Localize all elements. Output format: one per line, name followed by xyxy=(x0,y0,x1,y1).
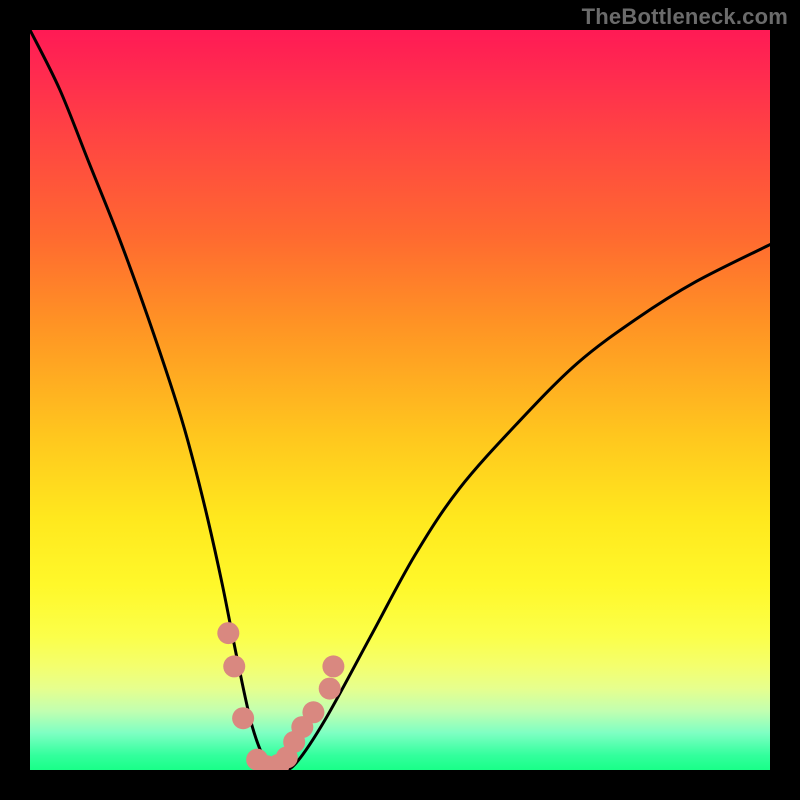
curve-marker xyxy=(302,701,324,723)
plot-area xyxy=(30,30,770,770)
curve-marker xyxy=(223,655,245,677)
chart-frame: TheBottleneck.com xyxy=(0,0,800,800)
marker-group xyxy=(217,622,344,770)
curve-marker xyxy=(319,678,341,700)
curve-marker xyxy=(217,622,239,644)
curve-marker xyxy=(232,707,254,729)
bottleneck-curve xyxy=(30,30,770,770)
curve-layer xyxy=(30,30,770,770)
curve-marker xyxy=(322,655,344,677)
watermark-text: TheBottleneck.com xyxy=(582,4,788,30)
